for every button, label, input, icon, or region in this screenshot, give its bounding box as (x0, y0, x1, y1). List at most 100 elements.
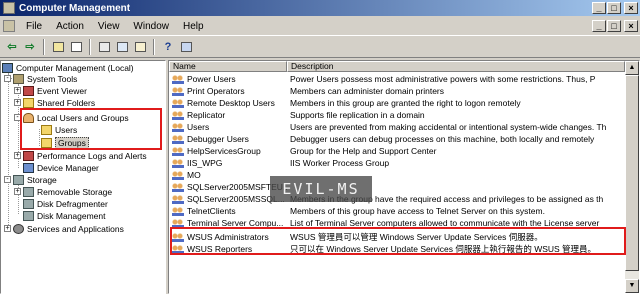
tree-label-disk-mgmt: Disk Management (37, 210, 106, 221)
menu-window[interactable]: Window (126, 21, 176, 32)
table-row[interactable]: Power Users Power Users possess most adm… (169, 73, 625, 85)
tree-item-local-users-groups[interactable]: - Local Users and Groups (14, 112, 129, 123)
tree-item-services-apps[interactable]: + Services and Applications (4, 223, 124, 234)
table-row[interactable]: Debugger Users Debugger users can debug … (169, 133, 625, 145)
new-window-icon[interactable] (96, 39, 112, 55)
minimize-button[interactable]: _ (592, 2, 606, 14)
menu-help[interactable]: Help (176, 21, 211, 32)
table-row[interactable]: TelnetClients Members of this group have… (169, 205, 625, 217)
performance-icon (23, 150, 34, 161)
group-name: Replicator (187, 110, 226, 120)
tree-item-groups[interactable]: Groups (41, 136, 89, 149)
table-row[interactable]: Remote Desktop Users Members in this gro… (169, 97, 625, 109)
tree-label-local-users-groups: Local Users and Groups (37, 112, 129, 123)
group-name: MO (187, 170, 201, 180)
tree-item-removable-storage[interactable]: + Removable Storage (14, 186, 112, 197)
group-icon (172, 182, 184, 192)
computer-management-icon (3, 2, 15, 14)
tree-item-disk-mgmt[interactable]: Disk Management (23, 210, 106, 221)
toolbar: ⇦ ⇨ ? (0, 36, 640, 58)
table-row[interactable]: SQLServer2005MSSQL... Members in the gro… (169, 193, 625, 205)
table-row[interactable]: Replicator Supports file replication in … (169, 109, 625, 121)
group-icon (172, 86, 184, 96)
tree-label-event-viewer: Event Viewer (37, 85, 87, 96)
table-row[interactable]: IIS_WPG IIS Worker Process Group (169, 157, 625, 169)
close-button[interactable]: × (624, 2, 638, 14)
forward-arrow-icon[interactable]: ⇨ (22, 39, 38, 55)
group-description: Users are prevented from making accident… (290, 122, 607, 132)
up-folder-icon[interactable] (50, 39, 66, 55)
column-header-name[interactable]: Name (169, 61, 287, 72)
removable-storage-icon (23, 186, 34, 197)
group-icon (172, 158, 184, 168)
back-arrow-icon[interactable]: ⇦ (4, 39, 20, 55)
group-icon (172, 232, 184, 242)
tree-item-system-tools[interactable]: - System Tools (4, 73, 77, 84)
menu-action[interactable]: Action (49, 21, 91, 32)
table-row[interactable]: MO (169, 169, 625, 181)
export-list-icon[interactable] (132, 39, 148, 55)
table-row[interactable]: Terminal Server Compu... List of Termina… (169, 217, 625, 229)
scroll-thumb[interactable] (625, 75, 639, 271)
expand-toggle-icon[interactable]: + (4, 225, 11, 232)
expand-toggle-icon[interactable]: + (14, 99, 21, 106)
tree-label-removable-storage: Removable Storage (37, 186, 113, 197)
group-description: Members can administer domain printers (290, 86, 445, 96)
groups-list[interactable]: Name Description Power Users Power Users… (168, 60, 640, 294)
tree-item-root[interactable]: Computer Management (Local) (2, 62, 134, 73)
table-row[interactable]: WSUS Reporters 只可以在 Windows Server Updat… (169, 243, 625, 255)
defragmenter-icon (23, 198, 34, 209)
toolbox-icon (13, 73, 24, 84)
child-restore-button[interactable]: □ (607, 20, 621, 32)
collapse-toggle-icon[interactable]: - (4, 75, 11, 82)
device-manager-icon (23, 162, 34, 173)
table-row[interactable]: HelpServicesGroup Group for the Help and… (169, 145, 625, 157)
collapse-toggle-icon[interactable]: - (14, 114, 21, 121)
table-row[interactable]: WSUS Administrators WSUS 管理員可以管理 Windows… (169, 231, 625, 243)
properties-icon[interactable] (178, 39, 194, 55)
maximize-button[interactable]: □ (607, 2, 621, 14)
tree-item-event-viewer[interactable]: + Event Viewer (14, 85, 87, 96)
expand-toggle-icon[interactable]: + (14, 87, 21, 94)
toolbar-separator-2 (89, 38, 91, 55)
group-name: Debugger Users (187, 134, 249, 144)
tree-item-device-manager[interactable]: Device Manager (23, 162, 99, 173)
vertical-scrollbar[interactable]: ▲ ▼ (625, 61, 639, 293)
menu-view[interactable]: View (91, 21, 127, 32)
scroll-down-button[interactable]: ▼ (625, 279, 639, 293)
tree-item-users[interactable]: Users (41, 124, 77, 135)
table-row[interactable]: SQLServer2005MSFTEU... (169, 181, 625, 193)
help-icon[interactable]: ? (160, 39, 176, 55)
group-icon (172, 122, 184, 132)
tree-item-storage[interactable]: - Storage (4, 174, 57, 185)
expand-toggle-icon[interactable]: + (14, 152, 21, 159)
tree-item-perf-logs[interactable]: + Performance Logs and Alerts (14, 150, 147, 161)
storage-icon (13, 174, 24, 185)
group-description: Debugger users can debug processes on th… (290, 134, 595, 144)
console-tree[interactable]: Computer Management (Local) - System Too… (0, 60, 166, 294)
group-name: Terminal Server Compu... (187, 218, 284, 228)
child-minimize-button[interactable]: _ (592, 20, 606, 32)
table-row[interactable]: Users Users are prevented from making ac… (169, 121, 625, 133)
menu-file[interactable]: File (19, 21, 49, 32)
table-row[interactable]: Print Operators Members can administer d… (169, 85, 625, 97)
group-icon (172, 110, 184, 120)
tree-label-services-apps: Services and Applications (27, 223, 124, 234)
mmc-document-icon[interactable] (3, 20, 15, 32)
computer-icon (2, 62, 13, 73)
column-header-description[interactable]: Description (287, 61, 625, 72)
group-icon (172, 218, 184, 228)
tree-label-users: Users (55, 124, 78, 135)
tree-item-shared-folders[interactable]: + Shared Folders (14, 97, 95, 108)
tree-item-disk-defrag[interactable]: Disk Defragmenter (23, 198, 108, 209)
window-buttons: _ □ × (592, 2, 638, 14)
child-close-button[interactable]: × (624, 20, 638, 32)
group-name: Remote Desktop Users (187, 98, 275, 108)
collapse-toggle-icon[interactable]: - (4, 176, 11, 183)
list-header: Name Description (169, 61, 625, 72)
scroll-up-button[interactable]: ▲ (625, 61, 639, 75)
group-name: WSUS Administrators (187, 232, 269, 242)
show-hide-tree-icon[interactable] (68, 39, 84, 55)
refresh-icon[interactable] (114, 39, 130, 55)
expand-toggle-icon[interactable]: + (14, 188, 21, 195)
